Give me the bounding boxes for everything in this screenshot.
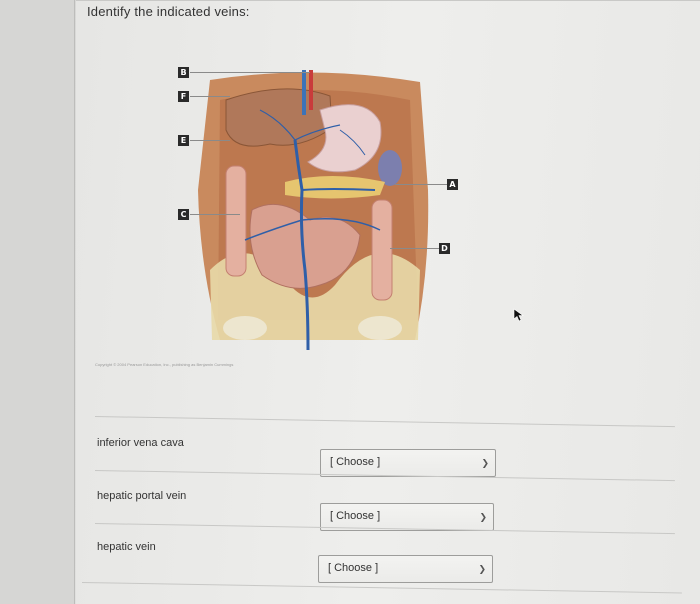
leader-line-f xyxy=(190,96,230,97)
chevron-down-icon: ❯ xyxy=(481,458,489,468)
leader-line-d xyxy=(390,248,439,249)
select-hepatic-vein[interactable]: [ Choose ] ❯ xyxy=(318,555,493,583)
leader-line-a xyxy=(395,184,447,185)
screen: Identify the indicated veins: B F E C A … xyxy=(0,0,700,604)
row-term-inferior-vena-cava: inferior vena cava xyxy=(97,437,184,449)
select-value: [ Choose ] xyxy=(330,456,381,468)
abdominal-veins-illustration xyxy=(198,70,429,351)
select-value: [ Choose ] xyxy=(328,562,379,574)
chevron-down-icon: ❯ xyxy=(479,512,487,522)
leader-line-b xyxy=(190,72,310,73)
top-divider xyxy=(76,0,700,1)
select-inferior-vena-cava[interactable]: [ Choose ] ❯ xyxy=(320,449,496,477)
figure-label-c: C xyxy=(178,209,189,220)
left-gutter xyxy=(0,0,75,604)
anatomy-figure xyxy=(190,70,435,360)
select-value: [ Choose ] xyxy=(330,510,381,522)
chevron-down-icon: ❯ xyxy=(478,564,486,574)
figure-label-d: D xyxy=(439,243,450,254)
row-term-hepatic-vein: hepatic vein xyxy=(97,541,156,553)
question-prompt: Identify the indicated veins: xyxy=(87,4,250,19)
mouse-cursor-icon xyxy=(513,308,524,322)
figure-label-f: F xyxy=(178,91,189,102)
figure-label-b: B xyxy=(178,67,189,78)
leader-line-c xyxy=(190,214,240,215)
figure-label-e: E xyxy=(178,135,189,146)
leader-line-e xyxy=(190,140,230,141)
row-term-hepatic-portal-vein: hepatic portal vein xyxy=(97,490,187,502)
figure-credit: Copyright © 2004 Pearson Education, Inc.… xyxy=(95,362,234,367)
figure-label-a: A xyxy=(447,179,458,190)
